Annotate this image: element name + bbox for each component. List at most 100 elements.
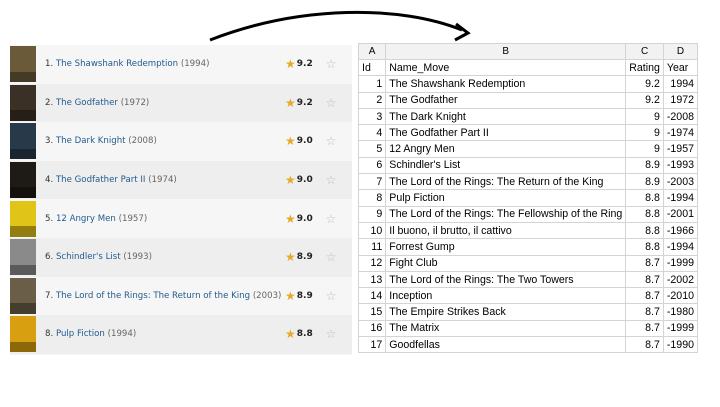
cell-id-header[interactable]: Id <box>357 58 387 77</box>
movie-poster[interactable] <box>10 277 36 314</box>
movie-poster[interactable] <box>10 123 36 160</box>
cell-name[interactable]: The Godfather Part II <box>385 124 627 142</box>
column-header-b[interactable]: B <box>385 43 627 60</box>
cell-name[interactable]: Fight Club <box>385 254 627 272</box>
empty-star-icon[interactable]: ☆ <box>321 134 341 148</box>
movie-title-link[interactable]: The Dark Knight <box>56 136 126 146</box>
column-header-c[interactable]: C <box>625 43 664 60</box>
cell-rating[interactable]: 8.7 <box>625 254 664 272</box>
cell-name[interactable]: Goodfellas <box>385 336 627 354</box>
cell-name[interactable]: Forrest Gump <box>385 238 627 256</box>
cell-name[interactable]: The Shawshank Redemption <box>385 75 627 93</box>
cell-rating[interactable]: 8.8 <box>625 205 664 223</box>
cell-id[interactable]: 16 <box>357 319 387 338</box>
cell-rating[interactable]: 8.7 <box>625 336 664 354</box>
cell-year[interactable]: -1999 <box>662 254 699 272</box>
cell-year[interactable]: -2001 <box>662 205 699 223</box>
movie-title-link[interactable]: The Godfather Part II <box>56 175 146 185</box>
cell-rating-header[interactable]: Rating <box>625 58 664 77</box>
cell-year[interactable]: 1994 <box>662 75 699 93</box>
cell-rating[interactable]: 9 <box>625 124 664 142</box>
cell-year[interactable]: -1966 <box>662 221 699 240</box>
movie-title-link[interactable]: 12 Angry Men <box>56 214 116 224</box>
column-header-d[interactable]: D <box>662 43 699 60</box>
cell-year[interactable]: -2002 <box>662 270 699 289</box>
cell-id[interactable]: 11 <box>357 238 387 256</box>
cell-id[interactable]: 13 <box>357 270 387 289</box>
cell-name[interactable]: The Lord of the Rings: The Two Towers <box>385 270 627 289</box>
cell-id[interactable]: 9 <box>357 205 387 223</box>
cell-id[interactable]: 8 <box>357 189 387 207</box>
cell-id[interactable]: 10 <box>357 221 387 240</box>
cell-year[interactable]: -1957 <box>662 140 699 158</box>
cell-year[interactable]: -1993 <box>662 156 699 175</box>
cell-rating[interactable]: 8.7 <box>625 270 664 289</box>
cell-id[interactable]: 5 <box>357 140 387 158</box>
cell-rating[interactable]: 8.7 <box>625 319 664 338</box>
empty-star-icon[interactable]: ☆ <box>321 57 341 71</box>
movie-title-link[interactable]: Schindler's List <box>56 252 121 262</box>
cell-id[interactable]: 12 <box>357 254 387 272</box>
cell-rating[interactable]: 9.2 <box>625 75 664 93</box>
cell-year[interactable]: -1990 <box>662 336 699 354</box>
cell-rating[interactable]: 8.9 <box>625 173 664 191</box>
movie-poster[interactable] <box>10 46 36 83</box>
cell-name[interactable]: The Empire Strikes Back <box>385 303 627 321</box>
cell-name[interactable]: Schindler's List <box>385 156 627 175</box>
cell-year[interactable]: -2008 <box>662 107 699 126</box>
cell-name[interactable]: Pulp Fiction <box>385 189 627 207</box>
cell-name[interactable]: The Godfather <box>385 91 627 109</box>
cell-rating[interactable]: 8.8 <box>625 221 664 240</box>
empty-star-icon[interactable]: ☆ <box>321 289 341 303</box>
cell-name[interactable]: The Matrix <box>385 319 627 338</box>
cell-id[interactable]: 2 <box>357 91 387 109</box>
cell-name-header[interactable]: Name_Move <box>385 58 627 77</box>
cell-rating[interactable]: 8.8 <box>625 238 664 256</box>
cell-year[interactable]: -1994 <box>662 238 699 256</box>
cell-year[interactable]: -1980 <box>662 303 699 321</box>
cell-year[interactable]: -2010 <box>662 287 699 305</box>
cell-name[interactable]: Il buono, il brutto, il cattivo <box>385 221 627 240</box>
cell-year[interactable]: -1999 <box>662 319 699 338</box>
movie-title-link[interactable]: Pulp Fiction <box>56 329 105 339</box>
movie-poster[interactable] <box>10 316 36 353</box>
empty-star-icon[interactable]: ☆ <box>321 250 341 264</box>
cell-id[interactable]: 14 <box>357 287 387 305</box>
empty-star-icon[interactable]: ☆ <box>321 212 341 226</box>
movie-title-link[interactable]: The Lord of the Rings: The Return of the… <box>56 291 250 301</box>
cell-year[interactable]: -1974 <box>662 124 699 142</box>
cell-id[interactable]: 6 <box>357 156 387 175</box>
cell-year[interactable]: 1972 <box>662 91 699 109</box>
cell-name[interactable]: The Lord of the Rings: The Fellowship of… <box>385 205 627 223</box>
cell-year[interactable]: -2003 <box>662 173 699 191</box>
cell-year-header[interactable]: Year <box>662 58 699 77</box>
movie-title-link[interactable]: The Godfather <box>56 98 118 108</box>
cell-id[interactable]: 4 <box>357 124 387 142</box>
empty-star-icon[interactable]: ☆ <box>321 327 341 341</box>
cell-id[interactable]: 17 <box>357 336 387 354</box>
cell-rating[interactable]: 9 <box>625 140 664 158</box>
movie-poster[interactable] <box>10 162 36 199</box>
cell-id[interactable]: 15 <box>357 303 387 321</box>
cell-id[interactable]: 7 <box>357 173 387 191</box>
cell-rating[interactable]: 9 <box>625 107 664 126</box>
empty-star-icon[interactable]: ☆ <box>321 173 341 187</box>
cell-name[interactable]: Inception <box>385 287 627 305</box>
cell-id[interactable]: 3 <box>357 107 387 126</box>
column-header-a[interactable]: A <box>357 43 387 60</box>
cell-rating[interactable]: 8.7 <box>625 287 664 305</box>
cell-rating[interactable]: 8.8 <box>625 189 664 207</box>
cell-name[interactable]: The Dark Knight <box>385 107 627 126</box>
movie-poster[interactable] <box>10 239 36 276</box>
cell-name[interactable]: The Lord of the Rings: The Return of the… <box>385 173 627 191</box>
cell-rating[interactable]: 8.9 <box>625 156 664 175</box>
movie-poster[interactable] <box>10 84 36 121</box>
cell-id[interactable]: 1 <box>357 75 387 93</box>
cell-rating[interactable]: 9.2 <box>625 91 664 109</box>
cell-rating[interactable]: 8.7 <box>625 303 664 321</box>
cell-year[interactable]: -1994 <box>662 189 699 207</box>
empty-star-icon[interactable]: ☆ <box>321 96 341 110</box>
cell-name[interactable]: 12 Angry Men <box>385 140 627 158</box>
movie-title-link[interactable]: The Shawshank Redemption <box>56 59 178 69</box>
movie-poster[interactable] <box>10 200 36 237</box>
